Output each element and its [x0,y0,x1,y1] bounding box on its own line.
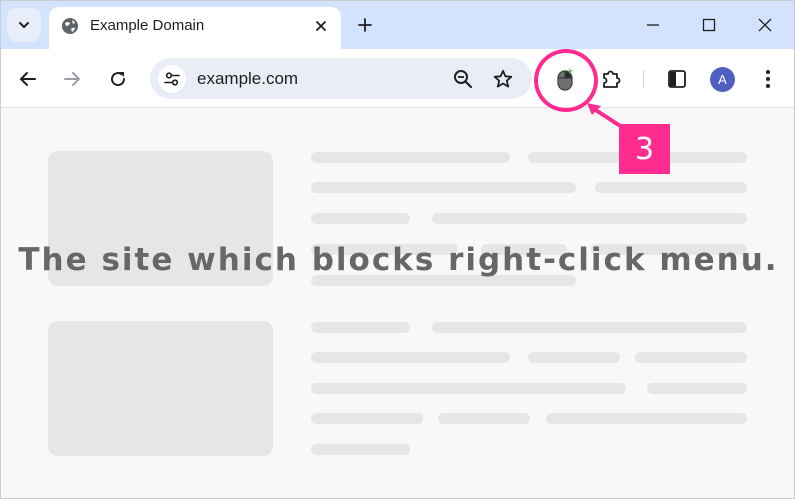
arrow-right-icon [64,72,80,86]
placeholder-line [432,322,747,333]
arrow-left-icon [20,72,36,86]
placeholder-line [311,383,626,394]
window-close-button[interactable] [752,12,778,38]
tune-icon [164,72,180,86]
toolbar: example.com [1,49,794,108]
zoom-out-icon [454,70,473,89]
extensions-menu-button[interactable] [597,65,625,93]
profile-avatar[interactable]: A [710,67,735,92]
placeholder-line [595,182,747,193]
placeholder-line [311,413,423,424]
browser-window: Example Domain example.com A The site wh… [0,0,795,499]
puzzle-icon [603,70,621,88]
placeholder-line [311,152,510,163]
placeholder-line [438,413,530,424]
placeholder-line [647,383,747,394]
tab-close-button[interactable] [311,16,331,36]
minimize-button[interactable] [640,12,666,38]
more-vert-icon [766,70,770,88]
placeholder-line [311,182,576,193]
toolbar-divider [643,70,644,88]
tab-title: Example Domain [90,17,205,34]
reload-button[interactable] [104,65,132,93]
maximize-button[interactable] [696,12,722,38]
side-panel-icon [668,70,686,88]
globe-icon [62,18,78,34]
back-button[interactable] [14,65,42,93]
placeholder-line [311,352,510,363]
reload-icon [111,72,126,87]
star-icon [493,69,513,88]
step-number-badge: 3 [619,124,670,174]
maximize-icon [702,18,716,32]
tab-search-button[interactable] [7,8,41,42]
side-panel-button[interactable] [663,65,691,93]
zoom-button[interactable] [450,66,476,92]
menu-button[interactable] [754,65,782,93]
placeholder-line [432,213,747,224]
placeholder-line [635,352,747,363]
site-info-button[interactable] [158,65,186,93]
placeholder-image [48,321,273,456]
placeholder-line [311,322,410,333]
placeholder-line [311,444,410,455]
page-caption: The site which blocks right-click menu. [18,242,779,278]
plus-icon [358,18,372,32]
minimize-icon [647,24,659,26]
address-bar[interactable]: example.com [150,58,532,99]
placeholder-line [311,213,410,224]
new-tab-button[interactable] [353,13,377,37]
placeholder-line [528,352,620,363]
forward-button[interactable] [58,65,86,93]
bookmark-button[interactable] [490,66,516,92]
url-text[interactable]: example.com [197,69,298,89]
tab-strip: Example Domain [1,1,794,49]
active-tab[interactable]: Example Domain [49,7,341,49]
close-icon [316,21,326,31]
placeholder-line [546,413,747,424]
close-icon [758,18,772,32]
chevron-down-icon [19,22,29,28]
